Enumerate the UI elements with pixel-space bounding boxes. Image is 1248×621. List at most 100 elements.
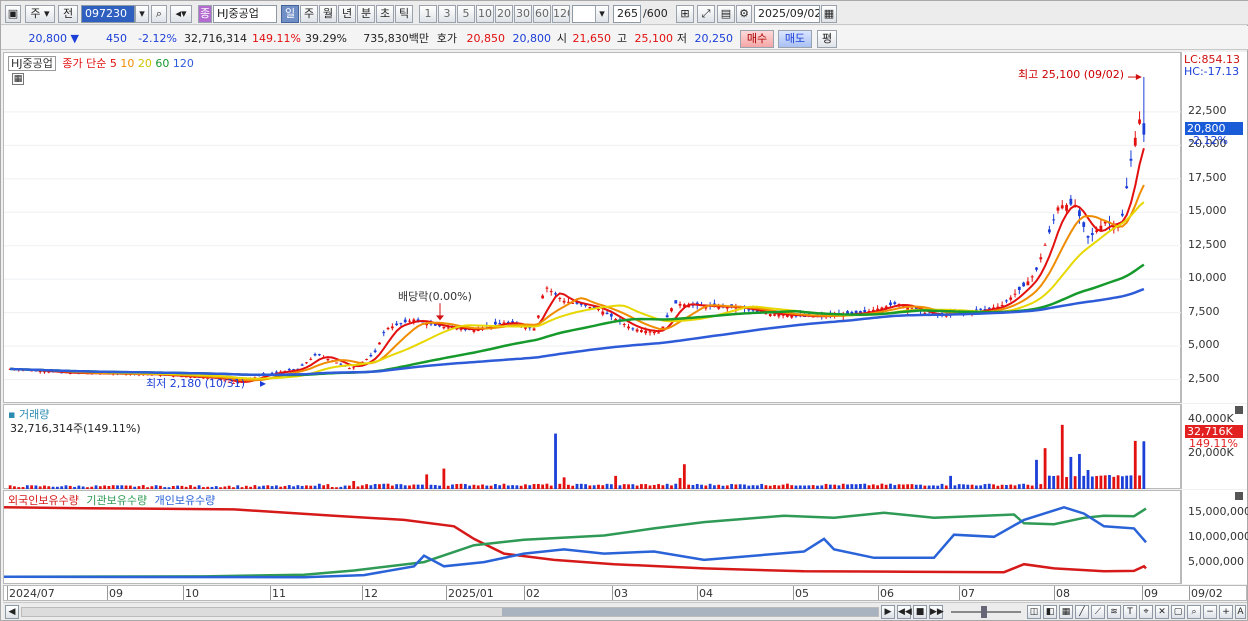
volume-bar bbox=[987, 483, 991, 489]
calendar-icon[interactable]: ▦ bbox=[821, 5, 837, 23]
holding-line-institution bbox=[3, 507, 1147, 579]
change-value: 450 bbox=[106, 32, 127, 45]
volume-bar bbox=[111, 485, 115, 489]
minute-button-5[interactable]: 5 bbox=[457, 5, 475, 23]
compare-icon[interactable]: ◫ bbox=[1027, 605, 1041, 619]
volume-bar bbox=[850, 484, 854, 489]
volume-bar bbox=[416, 484, 420, 489]
candle-type-icon[interactable]: ⊞ bbox=[676, 5, 694, 23]
period-button-4[interactable]: 분 bbox=[357, 5, 375, 23]
zoom-slider[interactable] bbox=[951, 606, 1021, 618]
axis-separator bbox=[697, 586, 698, 600]
volume-bar bbox=[279, 486, 283, 489]
volume-bar bbox=[21, 487, 25, 489]
eval-button[interactable]: 평 bbox=[817, 30, 837, 48]
speaker-icon[interactable]: ◂▾ bbox=[170, 5, 192, 23]
code-input[interactable]: 097230 bbox=[81, 5, 135, 23]
volume-bar bbox=[833, 484, 837, 489]
minute-button-10[interactable]: 10 bbox=[476, 5, 494, 23]
font-size-icon[interactable]: A bbox=[1235, 605, 1246, 619]
period-button-6[interactable]: 틱 bbox=[395, 5, 413, 23]
cross-icon[interactable]: ✕ bbox=[1155, 605, 1169, 619]
candle-body bbox=[648, 331, 652, 333]
candle-body bbox=[1090, 233, 1094, 235]
candle-body bbox=[889, 302, 892, 306]
search-icon[interactable]: ⌕ bbox=[151, 5, 167, 23]
volume-bar bbox=[536, 484, 540, 489]
count-input[interactable]: 265 bbox=[613, 5, 641, 23]
candle-body bbox=[1039, 257, 1043, 260]
prev-button[interactable]: 전 bbox=[58, 5, 78, 23]
period-button-0[interactable]: 일 bbox=[281, 5, 299, 23]
volume-tick-40000k: 40,000K bbox=[1188, 412, 1234, 425]
period-button-5[interactable]: 초 bbox=[376, 5, 394, 23]
change-percent: -2.12% bbox=[138, 32, 177, 45]
dividend-arrow bbox=[436, 315, 444, 321]
volume-bar bbox=[751, 485, 755, 489]
volume-bar bbox=[425, 474, 429, 489]
ask-price: 20,850 bbox=[466, 32, 506, 45]
volume-bar bbox=[1017, 484, 1021, 489]
candle-body bbox=[300, 364, 304, 366]
box-icon[interactable]: ▢ bbox=[1171, 605, 1185, 619]
zoom-slider-handle[interactable] bbox=[981, 606, 987, 618]
split-icon[interactable]: ◧ bbox=[1043, 605, 1057, 619]
line-icon[interactable]: ╱ bbox=[1075, 605, 1089, 619]
scrollbar-thumb[interactable] bbox=[502, 608, 878, 616]
scrollbar-track[interactable] bbox=[21, 607, 879, 617]
zoom-out-icon[interactable]: − bbox=[1203, 605, 1217, 619]
period-button-3[interactable]: 년 bbox=[338, 5, 356, 23]
panel-close-icon[interactable] bbox=[1235, 492, 1243, 500]
grid-icon[interactable]: ▦ bbox=[1059, 605, 1073, 619]
candle-body bbox=[446, 327, 450, 329]
scroll-left-icon[interactable]: ◀ bbox=[5, 605, 19, 619]
market-select[interactable]: 주 ▾ bbox=[25, 5, 55, 23]
minute-button-20[interactable]: 20 bbox=[495, 5, 513, 23]
fib-icon[interactable]: ≋ bbox=[1107, 605, 1121, 619]
marker-icon[interactable]: ⌖ bbox=[1139, 605, 1153, 619]
window-icon[interactable]: ▣ bbox=[5, 5, 21, 23]
minute-button-3[interactable]: 3 bbox=[438, 5, 456, 23]
minute-button-30[interactable]: 30 bbox=[514, 5, 532, 23]
minute-button-1[interactable]: 1 bbox=[419, 5, 437, 23]
stock-name-field[interactable]: HJ중공업 bbox=[213, 5, 277, 23]
scroll-right-icon[interactable]: ▶ bbox=[881, 605, 895, 619]
zoom-icon[interactable]: ⌕ bbox=[1187, 605, 1201, 619]
volume-bar bbox=[700, 484, 703, 489]
period-button-2[interactable]: 월 bbox=[319, 5, 337, 23]
candle-body bbox=[1035, 267, 1038, 270]
trend-icon[interactable]: ⟋ bbox=[1091, 605, 1105, 619]
axis-separator bbox=[270, 586, 271, 600]
candle-body bbox=[1009, 297, 1013, 300]
minute-button-120[interactable]: 120 bbox=[552, 5, 570, 23]
panel-close-icon[interactable] bbox=[1235, 406, 1243, 414]
down-arrow-icon: ▼ bbox=[70, 32, 79, 45]
minute-button-60[interactable]: 60 bbox=[533, 5, 551, 23]
volume-bar bbox=[266, 485, 270, 489]
volume-bar bbox=[764, 485, 768, 489]
zoom-in-icon[interactable]: + bbox=[1219, 605, 1233, 619]
buy-button[interactable]: 매수 bbox=[740, 30, 774, 48]
rewind-icon[interactable]: ◀◀ bbox=[897, 605, 912, 619]
candle-body bbox=[549, 291, 553, 293]
play-icon[interactable]: ▶▶ bbox=[929, 605, 944, 619]
text-icon[interactable]: T bbox=[1123, 605, 1137, 619]
price-tick-4: 12,500 bbox=[1188, 237, 1227, 251]
save-icon[interactable]: ▤ bbox=[717, 5, 735, 23]
ma-line-60 bbox=[10, 263, 1145, 377]
date-input[interactable]: 2025/09/02 bbox=[754, 5, 820, 23]
stop-icon[interactable]: ■ bbox=[913, 605, 927, 619]
bottom-toolbar: ◀ ▶ ◀◀ ■ ▶▶ ◫ ◧ ▦ ╱ ⟋ ≋ T ⌖ ✕ ▢ ⌕ − + A bbox=[3, 602, 1247, 620]
volume-bar bbox=[837, 485, 841, 489]
chevron-down-icon[interactable]: ▾ bbox=[595, 5, 609, 23]
volume-bar bbox=[485, 485, 489, 489]
period-button-1[interactable]: 주 bbox=[300, 5, 318, 23]
gear-icon[interactable]: ⚙ bbox=[736, 5, 752, 23]
chevron-down-icon[interactable]: ▾ bbox=[135, 5, 149, 23]
volume-bar bbox=[8, 485, 12, 489]
sell-button[interactable]: 매도 bbox=[778, 30, 812, 48]
axis-label-5: 2025/01 bbox=[448, 587, 494, 600]
volume-bar bbox=[854, 484, 858, 489]
line-tool-icon[interactable]: ⤢ bbox=[697, 5, 715, 23]
volume-bar bbox=[846, 484, 849, 489]
